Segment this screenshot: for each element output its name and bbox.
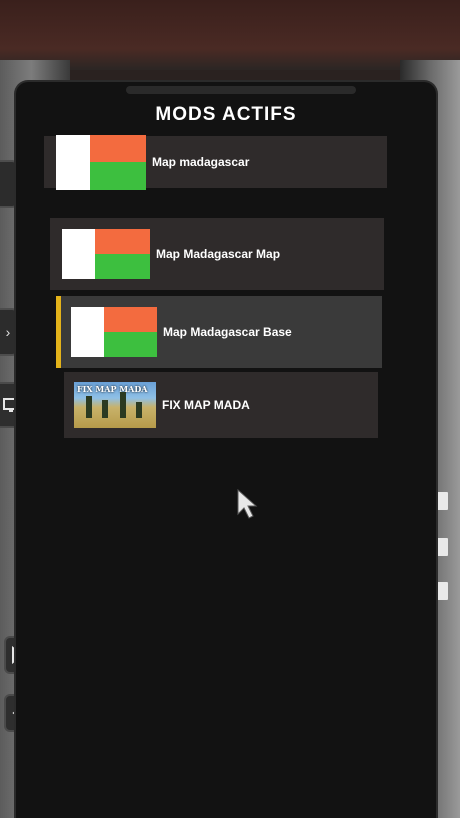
window-light bbox=[434, 492, 448, 510]
window-light bbox=[434, 582, 448, 600]
panel-title: MODS ACTIFS bbox=[155, 104, 297, 125]
madagascar-flag-icon bbox=[62, 229, 150, 279]
panel-header-bar bbox=[126, 86, 356, 94]
madagascar-flag-icon bbox=[71, 307, 157, 357]
mod-name: Map Madagascar Map bbox=[156, 247, 281, 261]
fix-map-mada-thumbnail: FIX MAP MADA bbox=[74, 382, 156, 428]
mods-panel: MODS ACTIFS Map madagascar Map Madagasca… bbox=[16, 82, 436, 818]
chevron-right-icon: › bbox=[5, 324, 11, 340]
mod-item[interactable]: FIX MAP MADA FIX MAP MADA bbox=[64, 372, 378, 438]
mod-name: Map madagascar bbox=[152, 155, 250, 169]
mod-item[interactable]: Map Madagascar Map bbox=[50, 218, 384, 290]
mod-name: FIX MAP MADA bbox=[162, 398, 250, 412]
mod-name: Map Madagascar Base bbox=[163, 325, 292, 339]
mod-item[interactable]: Map madagascar bbox=[44, 134, 387, 190]
thumbnail-caption: FIX MAP MADA bbox=[77, 384, 148, 394]
mouse-cursor-icon bbox=[237, 488, 258, 519]
madagascar-flag-icon bbox=[56, 134, 146, 190]
window-light bbox=[434, 538, 448, 556]
mod-item-selected[interactable]: Map Madagascar Base bbox=[56, 296, 382, 368]
